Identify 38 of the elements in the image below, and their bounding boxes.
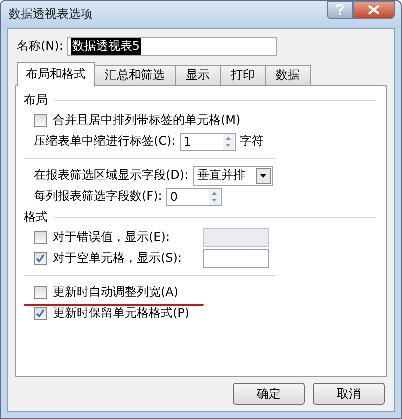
- tab[interactable]: 汇总和筛选: [94, 65, 176, 85]
- tab[interactable]: 打印: [220, 65, 266, 85]
- input-field[interactable]: [203, 249, 269, 268]
- checkbox[interactable]: [34, 252, 47, 265]
- spinner-arrows-icon: [222, 134, 234, 150]
- checkbox-label: 对于错误值，显示(E):: [53, 229, 171, 246]
- tab[interactable]: 布局和格式: [17, 62, 95, 86]
- dropdown[interactable]: 垂直并排: [192, 166, 273, 186]
- tab[interactable]: 显示: [175, 65, 221, 85]
- checkbox-label: 更新时保留单元格格式(P): [53, 305, 190, 322]
- name-field[interactable]: 数据透视表5: [67, 37, 278, 56]
- field-label: 压缩表单中缩进行标签(C):: [34, 133, 176, 150]
- field-label: 在报表筛选区域显示字段(D):: [34, 167, 189, 184]
- checkbox[interactable]: [34, 231, 47, 244]
- help-button[interactable]: [327, 1, 353, 19]
- name-value: 数据透视表5: [71, 38, 142, 55]
- checkbox-label: 更新时自动调整列宽(A): [53, 284, 179, 301]
- checkbox-label: 对于空单元格，显示(S):: [53, 250, 184, 267]
- spinner-field[interactable]: 1: [180, 132, 236, 150]
- help-icon: [335, 4, 345, 16]
- dialog-button[interactable]: 确定: [233, 383, 305, 405]
- checkbox[interactable]: [34, 307, 47, 320]
- spinner-arrows-icon: [209, 188, 220, 204]
- spinner-field[interactable]: 0: [166, 188, 222, 206]
- checkbox-label: 合并且居中排列带标签的单元格(M): [53, 112, 241, 129]
- window-title: 数据透视表选项: [9, 6, 93, 23]
- field-label: 每列报表筛选字段数(F):: [34, 188, 162, 205]
- dialog-button[interactable]: 取消: [313, 383, 385, 405]
- checkbox[interactable]: [34, 286, 47, 299]
- close-button[interactable]: [353, 1, 395, 19]
- input-field[interactable]: [203, 228, 269, 247]
- checkbox[interactable]: [34, 114, 47, 127]
- unit-label: 字符: [240, 133, 264, 150]
- close-icon: [368, 5, 380, 15]
- section-title: 布局: [24, 92, 48, 108]
- name-label: 名称(N):: [17, 38, 64, 55]
- section-title: 格式: [24, 208, 48, 226]
- tab[interactable]: 数据: [265, 65, 311, 85]
